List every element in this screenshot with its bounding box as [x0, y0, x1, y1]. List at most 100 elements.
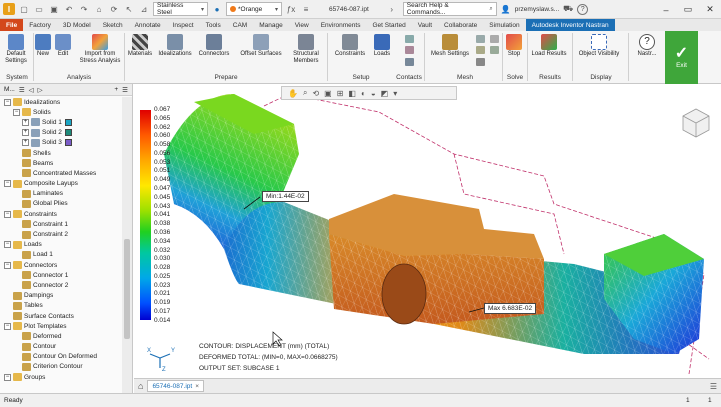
mesh-settings-button[interactable]: Mesh Settings: [428, 34, 472, 58]
open-file-icon[interactable]: ▭: [33, 3, 45, 15]
cart-icon[interactable]: ⛟: [562, 3, 574, 15]
tree-item[interactable]: + Solid 2: [0, 128, 122, 138]
tab-tools[interactable]: Tools: [200, 19, 227, 31]
back-arrow-icon[interactable]: ◁: [28, 86, 35, 94]
mesh-table-icon[interactable]: [476, 35, 485, 43]
idealizations-button[interactable]: Idealizations: [156, 34, 194, 58]
tree-item[interactable]: − Constraints: [0, 209, 122, 219]
mesh-generate-icon[interactable]: [490, 35, 499, 43]
document-tab[interactable]: 65746-087.ipt ×: [147, 380, 204, 392]
mesh-control-icon[interactable]: [476, 46, 485, 54]
tree-item[interactable]: Connector 2: [0, 280, 122, 290]
tab-inspect[interactable]: Inspect: [167, 19, 200, 31]
collapse-icon[interactable]: −: [4, 261, 11, 269]
browser-title[interactable]: M...: [3, 86, 16, 93]
edit-analysis-button[interactable]: Edit: [54, 34, 72, 58]
tab-collaborate[interactable]: Collaborate: [438, 19, 483, 31]
viewcube-icon[interactable]: [679, 106, 713, 140]
tree-item[interactable]: Shells: [0, 148, 122, 158]
tree-item[interactable]: Constraint 1: [0, 219, 122, 229]
tree-item[interactable]: − Solids: [0, 107, 122, 117]
tree-item[interactable]: − Loads: [0, 240, 122, 250]
zoom-icon[interactable]: ⌕: [303, 88, 307, 98]
tree-item[interactable]: Deformed: [0, 331, 122, 341]
tree-item[interactable]: Connector 1: [0, 270, 122, 280]
undo-icon[interactable]: ↶: [63, 3, 75, 15]
expand-icon[interactable]: +: [22, 129, 29, 137]
add-panel-icon[interactable]: +: [113, 86, 119, 93]
appearance-dropdown[interactable]: *Orange ▾: [226, 2, 282, 16]
orbit-icon[interactable]: ⟲: [312, 89, 319, 98]
collapse-icon[interactable]: −: [13, 108, 20, 116]
tree-item[interactable]: − Plot Templates: [0, 321, 122, 331]
new-analysis-button[interactable]: New: [34, 34, 52, 58]
tab-factory[interactable]: Factory: [23, 19, 57, 31]
tree-item[interactable]: Concentrated Masses: [0, 168, 122, 178]
display-style-icon[interactable]: ◐: [361, 89, 366, 98]
forward-arrow-icon[interactable]: ▷: [37, 86, 44, 94]
close-button[interactable]: ✕: [699, 0, 721, 19]
tree-item[interactable]: Laminates: [0, 189, 122, 199]
mesh-element-icon[interactable]: [490, 46, 499, 54]
contact-gen-icon[interactable]: [405, 58, 414, 66]
new-file-icon[interactable]: ▢: [18, 3, 30, 15]
tab-vault[interactable]: Vault: [412, 19, 438, 31]
tree-item[interactable]: + Solid 1: [0, 117, 122, 127]
visual-style-icon[interactable]: ◩: [381, 89, 389, 98]
minimize-button[interactable]: –: [655, 0, 677, 19]
panel-menu-icon[interactable]: ☰: [121, 86, 129, 94]
tree-item[interactable]: Contour On Deformed: [0, 352, 122, 362]
section-icon[interactable]: ◧: [348, 89, 356, 98]
measure-icon[interactable]: ⊿: [138, 3, 150, 15]
expand-arrow-icon[interactable]: ›: [386, 3, 398, 15]
tab-get-started[interactable]: Get Started: [366, 19, 411, 31]
contact-manual-icon[interactable]: [405, 46, 414, 54]
search-help-field[interactable]: Search Help & Commands... ⌕: [402, 2, 497, 16]
collapse-icon[interactable]: −: [4, 180, 11, 188]
tab-environments[interactable]: Environments: [315, 19, 367, 31]
close-tab-icon[interactable]: ×: [195, 383, 199, 390]
home-icon[interactable]: ⌂: [93, 3, 105, 15]
connectors-button[interactable]: Connectors: [196, 34, 232, 58]
material-dropdown[interactable]: Stainless Steel ▾: [153, 2, 208, 16]
maximize-button[interactable]: ▭: [677, 0, 699, 19]
tree-item[interactable]: Beams: [0, 158, 122, 168]
home-tab-icon[interactable]: ⌂: [138, 381, 143, 391]
collapse-icon[interactable]: −: [4, 98, 11, 106]
tab-file[interactable]: File: [0, 19, 24, 31]
collapse-icon[interactable]: −: [4, 241, 11, 249]
tree-item[interactable]: − Idealizations: [0, 97, 122, 107]
fx-icon[interactable]: ƒx: [285, 3, 297, 15]
expand-icon[interactable]: +: [22, 118, 29, 126]
tab-menu-icon[interactable]: ☰: [710, 382, 717, 391]
zoom-window-icon[interactable]: ⊞: [337, 89, 344, 98]
scrollbar-thumb[interactable]: [124, 239, 130, 339]
stop-button[interactable]: Stop: [504, 34, 524, 58]
tree-item[interactable]: Constraint 2: [0, 229, 122, 239]
tree-item[interactable]: Load 1: [0, 250, 122, 260]
update-icon[interactable]: ⟳: [108, 3, 120, 15]
exit-environment-button[interactable]: ✓ Exit: [665, 31, 698, 84]
redo-icon[interactable]: ↷: [78, 3, 90, 15]
object-visibility-button[interactable]: Object Visibility: [574, 34, 624, 58]
browser-menu-icon[interactable]: ☰: [18, 86, 26, 94]
browser-scrollbar[interactable]: [122, 97, 132, 393]
tree-item[interactable]: + Solid 3: [0, 138, 122, 148]
select-icon[interactable]: ↖: [123, 3, 135, 15]
tree-item[interactable]: Surface Contacts: [0, 311, 122, 321]
expand-icon[interactable]: +: [22, 139, 29, 147]
app-logo-icon[interactable]: I: [3, 3, 15, 15]
user-name[interactable]: przemyslaw.s...: [515, 6, 559, 13]
constraints-button[interactable]: Constraints: [330, 34, 370, 58]
tab-view[interactable]: View: [289, 19, 315, 31]
pan-icon[interactable]: ✋: [288, 89, 298, 98]
tab-manage[interactable]: Manage: [253, 19, 289, 31]
tab-autodesk-inventor-nastran[interactable]: Autodesk Inventor Nastran: [525, 19, 615, 31]
more-tools-icon[interactable]: ≡: [300, 3, 312, 15]
tree-item[interactable]: Dampings: [0, 291, 122, 301]
contact-auto-icon[interactable]: [405, 35, 414, 43]
graphics-viewport[interactable]: ✋ ⌕ ⟲ ▣ ⊞ ◧ ◐ ◒ ◩ ▾ 0.067 0.065 0.062 0.060…: [134, 84, 721, 378]
collapse-icon[interactable]: −: [4, 322, 11, 330]
tree-item[interactable]: Tables: [0, 301, 122, 311]
tab-cam[interactable]: CAM: [227, 19, 253, 31]
